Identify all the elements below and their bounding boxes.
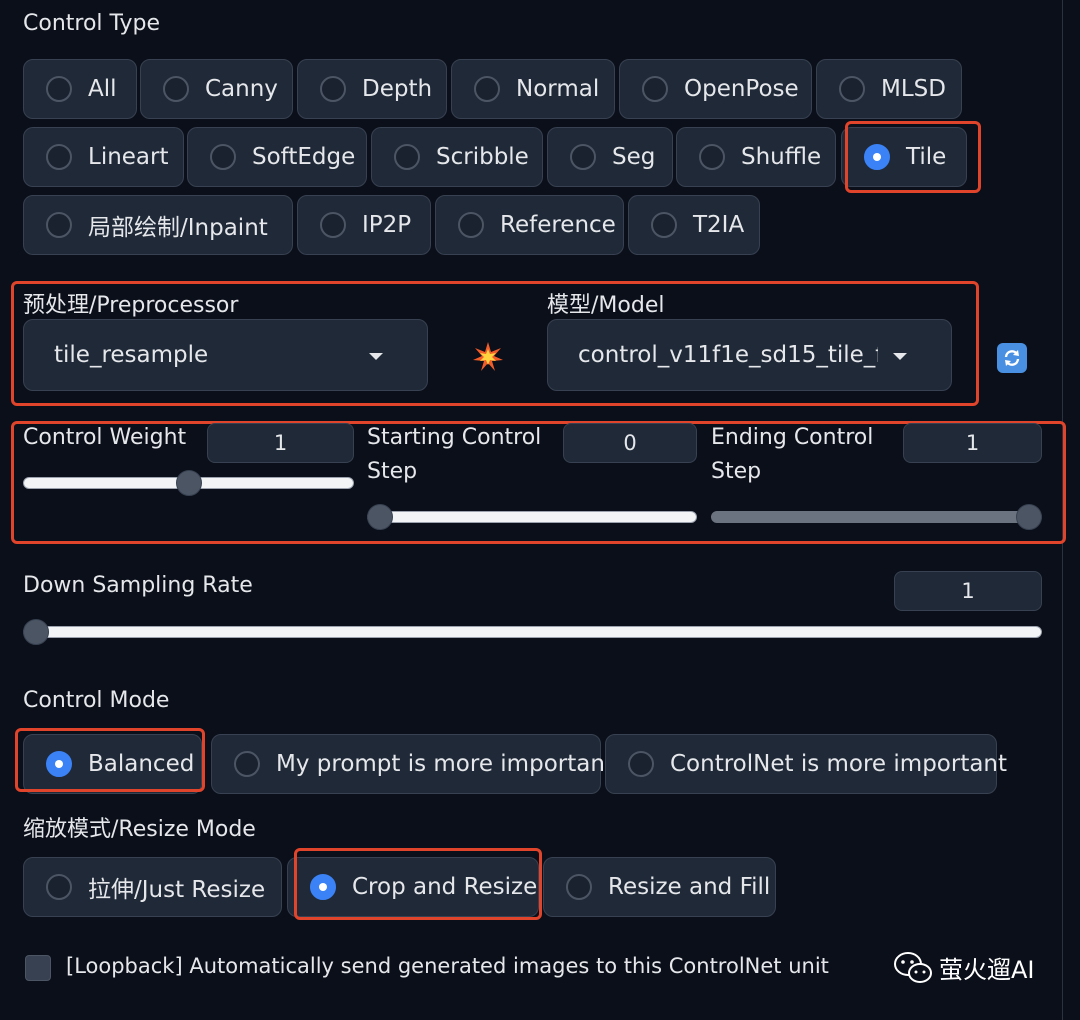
radio-indicator <box>474 76 500 102</box>
ending-step-input[interactable]: 1 <box>903 423 1042 463</box>
control-type-all[interactable]: All <box>23 59 137 119</box>
option-label: Lineart <box>88 144 169 170</box>
preprocessor-value: tile_resample <box>54 342 209 368</box>
starting-step-input[interactable]: 0 <box>563 423 697 463</box>
control-type-label: Control Type <box>23 11 161 36</box>
radio-indicator <box>651 212 677 238</box>
option-label: Shuffle <box>741 144 822 170</box>
control-type-ip2p[interactable]: IP2P <box>297 195 431 255</box>
wechat-icon <box>894 951 932 983</box>
radio-indicator <box>394 144 420 170</box>
radio-indicator <box>642 76 668 102</box>
radio-indicator <box>570 144 596 170</box>
radio-indicator <box>210 144 236 170</box>
down-sampling-slider-track[interactable] <box>23 626 1042 638</box>
option-label: Reference <box>500 212 616 238</box>
control-type-scribble[interactable]: Scribble <box>371 127 543 187</box>
starting-step-label-line1: Starting Control <box>367 425 542 450</box>
control-type-openpose[interactable]: OpenPose <box>619 59 812 119</box>
chevron-down-icon <box>369 353 383 360</box>
radio-indicator <box>234 751 260 777</box>
highlight-tile <box>845 121 981 193</box>
loopback-checkbox[interactable] <box>25 955 51 981</box>
down-sampling-label: Down Sampling Rate <box>23 573 253 598</box>
control-type-depth[interactable]: Depth <box>297 59 447 119</box>
radio-indicator <box>458 212 484 238</box>
option-label: Scribble <box>436 144 529 170</box>
starting-step-slider-track[interactable] <box>367 511 697 523</box>
down-sampling-input[interactable]: 1 <box>894 571 1042 611</box>
option-label: OpenPose <box>684 76 799 102</box>
resize-mode-just-resize[interactable]: 拉伸/Just Resize <box>23 857 282 917</box>
option-label: My prompt is more important <box>276 751 614 777</box>
control-type-lineart[interactable]: Lineart <box>23 127 184 187</box>
option-label: 局部绘制/Inpaint <box>88 215 268 241</box>
model-value: control_v11f1e_sd15_tile_fp16 <box>578 342 878 368</box>
preprocessor-dropdown[interactable]: tile_resample <box>23 319 428 391</box>
highlight-crop-and-resize <box>294 848 542 920</box>
control-type-reference[interactable]: Reference <box>435 195 624 255</box>
control-mode-controlnet-important[interactable]: ControlNet is more important <box>605 734 1007 794</box>
control-mode-label: Control Mode <box>23 688 170 713</box>
control-type-inpaint[interactable]: 局部绘制/Inpaint <box>23 195 293 255</box>
starting-step-slider-thumb[interactable] <box>367 504 393 530</box>
option-label: MLSD <box>881 76 946 102</box>
radio-indicator <box>46 212 72 238</box>
chevron-down-icon <box>893 353 907 360</box>
ending-step-label-line2: Step <box>711 459 762 484</box>
ending-step-slider-thumb[interactable] <box>1016 504 1042 530</box>
starting-step-label-line2: Step <box>367 459 418 484</box>
option-label: Canny <box>205 76 278 102</box>
control-weight-label: Control Weight <box>23 425 187 450</box>
option-label: IP2P <box>362 212 412 238</box>
radio-indicator <box>46 874 72 900</box>
control-type-t2ia[interactable]: T2IA <box>628 195 760 255</box>
control-type-canny[interactable]: Canny <box>140 59 293 119</box>
option-label: 拉伸/Just Resize <box>88 877 266 903</box>
radio-indicator <box>628 751 654 777</box>
option-label: Seg <box>612 144 656 170</box>
highlight-balanced <box>15 728 205 792</box>
control-type-normal[interactable]: Normal <box>451 59 615 119</box>
explosion-icon[interactable] <box>472 341 504 373</box>
resize-mode-resize-and-fill[interactable]: Resize and Fill <box>543 857 776 917</box>
option-label: ControlNet is more important <box>670 751 1008 777</box>
resize-mode-label: 缩放模式/Resize Mode <box>23 817 256 842</box>
option-label: Depth <box>362 76 433 102</box>
radio-indicator <box>566 874 592 900</box>
model-label: 模型/Model <box>547 293 665 318</box>
option-label: T2IA <box>693 212 745 238</box>
watermark-text: 萤火遛AI <box>939 956 1035 984</box>
ending-step-slider-track[interactable] <box>711 511 1042 523</box>
control-mode-prompt-important[interactable]: My prompt is more important <box>211 734 614 794</box>
control-type-shuffle[interactable]: Shuffle <box>676 127 836 187</box>
option-label: All <box>88 76 117 102</box>
model-dropdown[interactable]: control_v11f1e_sd15_tile_fp16 <box>547 319 952 391</box>
radio-indicator <box>163 76 189 102</box>
radio-indicator <box>839 76 865 102</box>
control-type-mlsd[interactable]: MLSD <box>816 59 962 119</box>
control-weight-slider-thumb[interactable] <box>175 470 202 496</box>
option-label: Normal <box>516 76 600 102</box>
ending-step-label-line1: Ending Control <box>711 425 874 450</box>
option-label: Resize and Fill <box>608 874 771 900</box>
radio-indicator <box>46 76 72 102</box>
loopback-label: [Loopback] Automatically send generated … <box>66 954 829 978</box>
preprocessor-label: 预处理/Preprocessor <box>23 293 239 318</box>
refresh-icon[interactable] <box>997 343 1027 373</box>
down-sampling-slider-thumb[interactable] <box>23 619 49 645</box>
radio-indicator <box>699 144 725 170</box>
radio-indicator <box>320 76 346 102</box>
control-type-softedge[interactable]: SoftEdge <box>187 127 367 187</box>
radio-indicator <box>46 144 72 170</box>
option-label: SoftEdge <box>252 144 356 170</box>
control-type-seg[interactable]: Seg <box>547 127 673 187</box>
control-weight-input[interactable]: 1 <box>207 423 354 463</box>
radio-indicator <box>320 212 346 238</box>
watermark: 萤火遛AI <box>893 950 1035 985</box>
